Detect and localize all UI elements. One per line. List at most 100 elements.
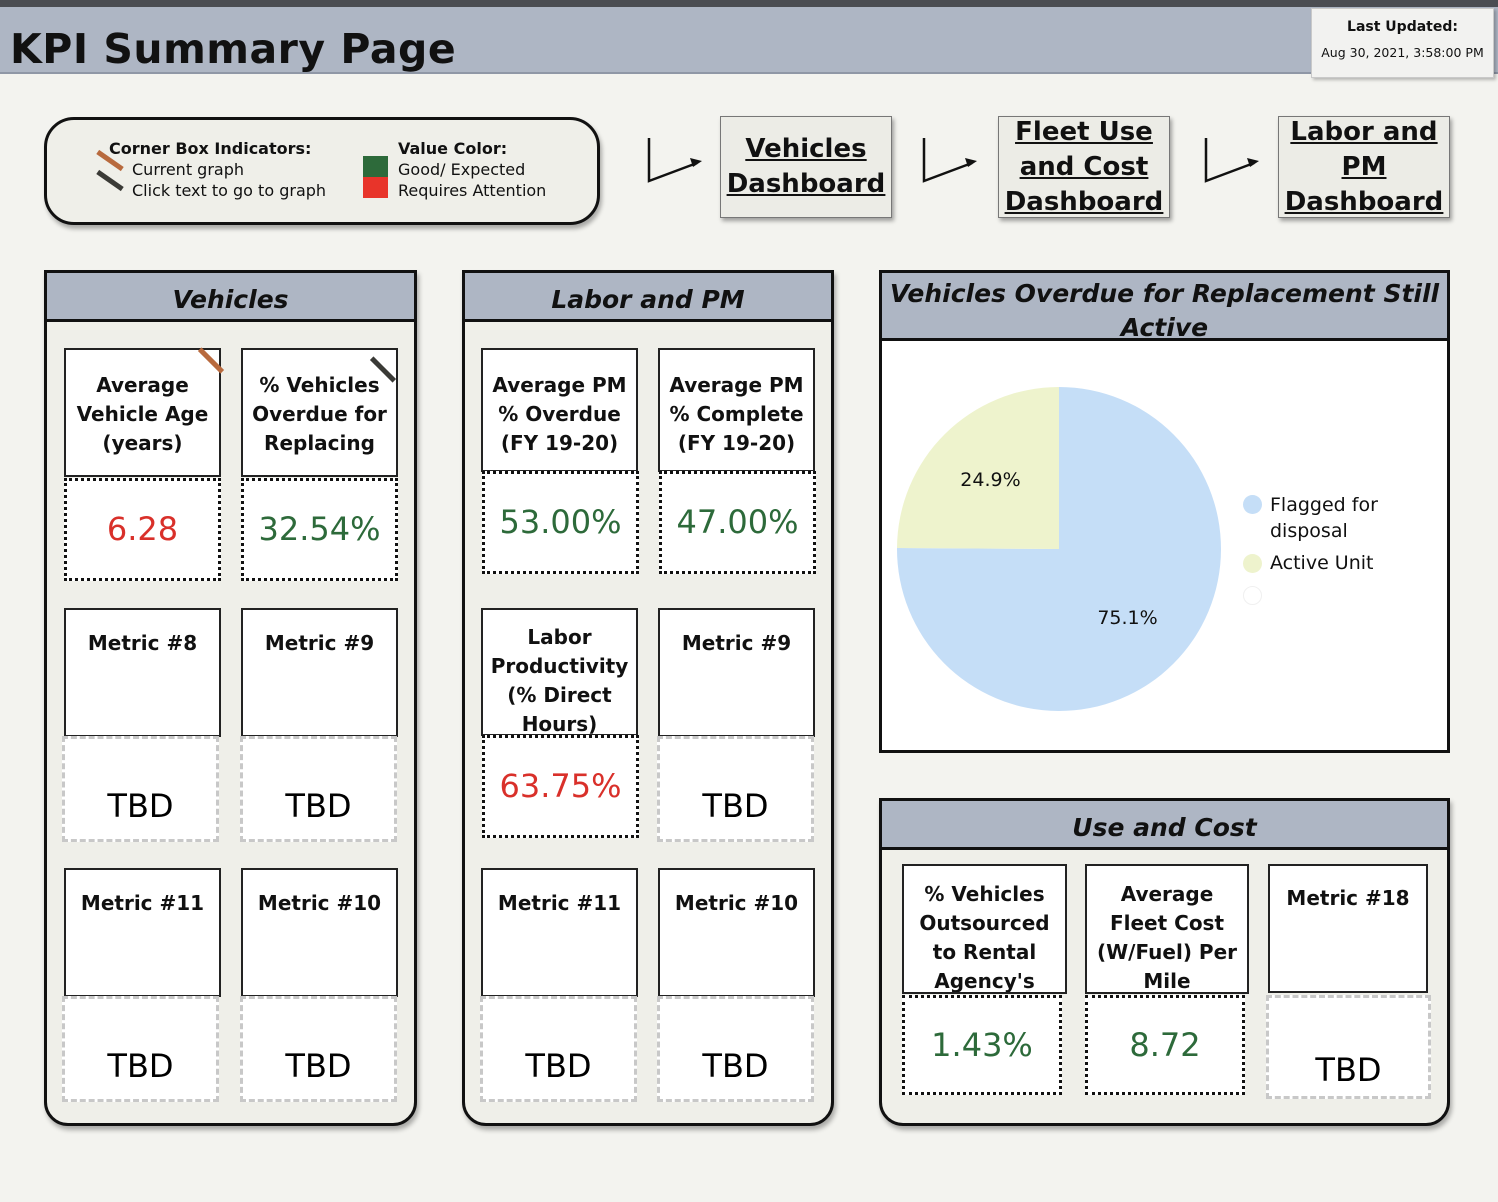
nav-text: Fleet Use — [1015, 116, 1153, 147]
metric-11-value: TBD — [480, 996, 637, 1102]
metric-11-tile: Metric #11 — [481, 868, 638, 997]
tile-label: Average PM — [492, 373, 627, 397]
pm-overdue-tile[interactable]: Average PM % Overdue (FY 19-20) — [481, 348, 638, 472]
pie-slice-label: 75.1% — [1097, 607, 1157, 629]
tile-label: Metric #18 — [1286, 886, 1410, 910]
panel-title: Use and Cost — [1072, 813, 1257, 842]
link-indicator-icon — [96, 169, 124, 192]
tile-label: Productivity — [490, 654, 629, 678]
corner-legend-title: Corner Box Indicators: — [109, 139, 312, 158]
legend-label-flagged: Flagged for disposal — [1270, 492, 1378, 544]
nav-text: Dashboard — [726, 169, 886, 199]
use-cost-panel-header: Use and Cost — [879, 798, 1450, 850]
pm-complete-tile[interactable]: Average PM % Complete (FY 19-20) — [658, 348, 815, 472]
fleet-cost-per-mile-tile[interactable]: Average Fleet Cost (W/Fuel) Per Mile — [1085, 864, 1249, 994]
metric-9-value: TBD — [240, 736, 397, 842]
tile-label: Metric #9 — [681, 631, 792, 655]
good-color-swatch — [363, 156, 388, 177]
tile-label: % Overdue — [498, 402, 621, 426]
vehicles-overdue-value: 32.54% — [241, 478, 398, 581]
pie-slice-label: 24.9% — [960, 469, 1020, 491]
value-legend-title: Value Color: — [398, 139, 508, 158]
vehicles-overdue-tile[interactable]: % Vehicles Overdue for Replacing — [241, 348, 398, 477]
metric-11-tile: Metric #11 — [64, 868, 221, 997]
fleet-cost-per-mile-value: 8.72 — [1085, 995, 1245, 1095]
nav-text: and Cost — [1019, 151, 1149, 182]
labor-pm-panel-header: Labor and PM — [462, 270, 834, 322]
legend-text: Flagged for — [1270, 494, 1378, 516]
tile-label: % Complete — [669, 402, 804, 426]
tile-label: (FY 19-20) — [500, 431, 619, 455]
tile-label: Metric #10 — [674, 891, 799, 915]
good-text: Good/ Expected — [398, 160, 526, 179]
metric-10-tile: Metric #10 — [658, 868, 815, 997]
metric-8-tile: Metric #8 — [64, 608, 221, 737]
metric-18-tile: Metric #18 — [1268, 864, 1428, 993]
vehicles-dashboard-link[interactable]: Vehicles Dashboard — [720, 116, 892, 218]
last-updated-box: Last Updated: Aug 30, 2021, 3:58:00 PM — [1311, 8, 1494, 78]
nav-text: Vehicles — [745, 134, 867, 164]
vehicles-outsourced-value: 1.43% — [902, 995, 1062, 1095]
average-vehicle-age-tile[interactable]: Average Vehicle Age (years) — [64, 348, 221, 477]
tile-label: Overdue for — [252, 402, 387, 426]
nav-text: Labor and — [1290, 116, 1438, 147]
pm-complete-value: 47.00% — [659, 471, 816, 574]
nav-text: PM — [1341, 151, 1387, 182]
fleet-use-cost-dashboard-link[interactable]: Fleet Use and Cost Dashboard — [998, 116, 1170, 218]
metric-10-value: TBD — [240, 996, 397, 1102]
tile-label: % Vehicles — [259, 373, 380, 397]
metric-8-value: TBD — [62, 736, 219, 842]
panel-title: Vehicles — [172, 285, 289, 314]
tile-label: Labor — [527, 625, 592, 649]
tile-label: (% Direct — [507, 683, 612, 707]
arrow-icon — [1204, 138, 1259, 183]
legend-label-active: Active Unit — [1270, 552, 1374, 574]
vehicles-panel-header: Vehicles — [44, 270, 417, 322]
click-text-text: Click text to go to graph — [132, 181, 327, 200]
labor-productivity-tile[interactable]: Labor Productivity (% Direct Hours) — [481, 608, 638, 736]
tile-label: Metric #9 — [264, 631, 375, 655]
page-title: KPI Summary Page — [10, 25, 457, 73]
nav-text: Dashboard — [1004, 186, 1164, 217]
tile-label: Metric #10 — [257, 891, 382, 915]
attention-text: Requires Attention — [398, 181, 547, 200]
tile-label: % Vehicles — [924, 882, 1045, 906]
metric-10-value: TBD — [657, 996, 814, 1102]
tile-label: Hours) — [521, 712, 598, 736]
last-updated-label: Last Updated: — [1347, 19, 1458, 35]
legend-swatch-empty — [1243, 586, 1262, 605]
vehicles-outsourced-tile[interactable]: % Vehicles Outsourced to Rental Agency's — [902, 864, 1067, 994]
current-graph-text: Current graph — [132, 160, 245, 179]
attention-color-swatch — [363, 177, 388, 198]
tile-label: Metric #8 — [87, 631, 198, 655]
tile-label: Agency's — [934, 969, 1035, 993]
tile-label: Replacing — [264, 431, 375, 455]
metric-9-tile: Metric #9 — [241, 608, 398, 737]
pie-chart-panel: Vehicles Overdue for Replacement Still A… — [879, 270, 1450, 753]
tile-label: Outsourced — [919, 911, 1050, 935]
tile-label: (FY 19-20) — [677, 431, 796, 455]
tile-label: (W/Fuel) Per — [1096, 940, 1238, 964]
pm-overdue-value: 53.00% — [482, 471, 639, 574]
metric-18-value: TBD — [1266, 995, 1431, 1099]
tile-label: Fleet Cost — [1109, 911, 1225, 935]
arrow-icon — [647, 138, 702, 183]
indicator-legend: Corner Box Indicators: Current graph Cli… — [44, 117, 600, 225]
labor-pm-dashboard-link[interactable]: Labor and PM Dashboard — [1278, 116, 1450, 218]
tile-label: Metric #11 — [80, 891, 205, 915]
legend-text: disposal — [1270, 520, 1348, 542]
metric-9-value: TBD — [657, 736, 814, 842]
metric-9-tile: Metric #9 — [658, 608, 815, 737]
tile-label: (years) — [102, 431, 183, 455]
legend-swatch-active — [1243, 554, 1262, 573]
pie-slice[interactable] — [897, 387, 1059, 549]
last-updated-value: Aug 30, 2021, 3:58:00 PM — [1321, 45, 1484, 60]
tile-label: Average — [96, 373, 189, 397]
tile-label: Mile — [1143, 969, 1191, 993]
metric-10-tile: Metric #10 — [241, 868, 398, 997]
labor-productivity-value: 63.75% — [482, 735, 639, 838]
arrow-icon — [922, 138, 977, 183]
legend-swatch-flagged — [1243, 495, 1262, 514]
page-header: KPI Summary Page — [0, 7, 1498, 74]
tile-label: Average — [1120, 882, 1214, 906]
